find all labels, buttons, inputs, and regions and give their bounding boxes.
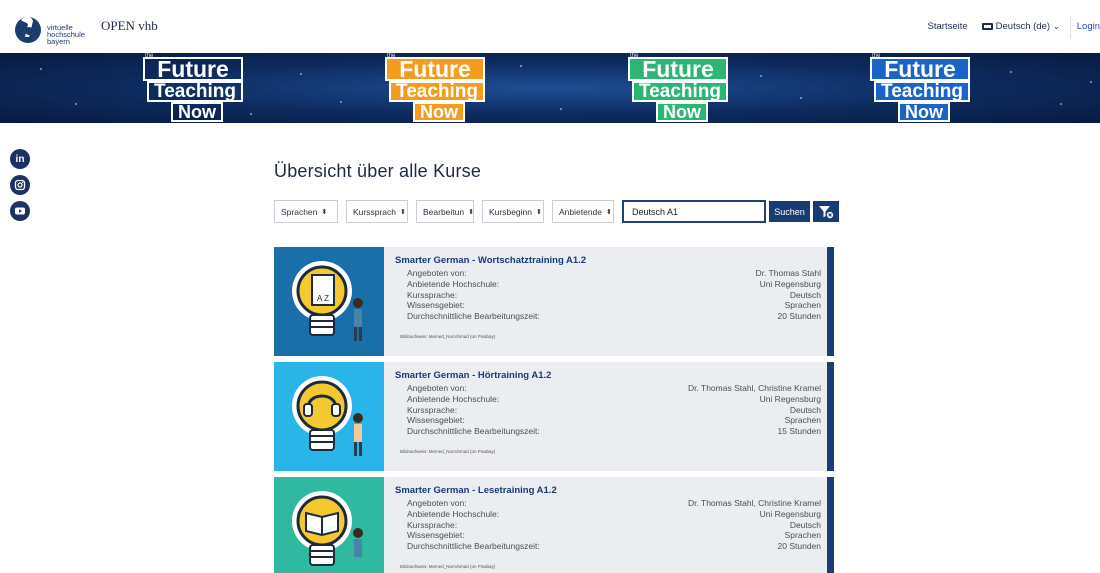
ftn-word-teaching: Teaching	[147, 81, 243, 102]
future-teaching-now-logo: the Future Teaching Now	[385, 53, 489, 123]
ftn-word-teaching: Teaching	[389, 81, 485, 102]
filter-clear-icon	[819, 205, 834, 218]
ftn-word-now: Now	[171, 102, 223, 122]
sort-arrows-icon: ⬍	[400, 208, 406, 216]
nav-divider	[1069, 15, 1071, 38]
ftn-word-now: Now	[413, 102, 465, 122]
course-details: Angeboten von: Dr. Thomas Stahl Anbietend…	[407, 268, 821, 322]
ftn-word-future: Future	[628, 57, 728, 81]
card-accent-bar	[827, 247, 834, 356]
login-link[interactable]: Login	[1077, 21, 1100, 32]
language-label: Deutsch (de)	[995, 21, 1051, 32]
course-card[interactable]: A Z Smarter German - Wortschatztraining …	[274, 247, 834, 356]
future-teaching-now-logo: the Future Teaching Now	[143, 53, 247, 123]
course-card[interactable]: Smarter German - Lesetraining A1.2 Angeb…	[274, 477, 834, 573]
filter-reset-button[interactable]	[813, 201, 839, 222]
course-card[interactable]: Smarter German - Hörtraining A1.2 Angebo…	[274, 362, 834, 471]
ftn-word-now: Now	[656, 102, 708, 122]
youtube-icon[interactable]	[10, 201, 30, 221]
card-accent-bar	[827, 477, 834, 573]
future-teaching-now-logo: the Future Teaching Now	[870, 53, 974, 123]
logo-text: virtuelle hochschule bayern	[47, 23, 85, 46]
image-credit: Bildnachweis: Memed_Nurrohmad (on Pixaba…	[400, 449, 496, 454]
nav-right: Startseite Deutsch (de) ⌄ Login	[928, 0, 1100, 53]
filter-bar: Sprachen ⬍ Kurssprach ⬍ Bearbeitun ⬍ Kursbe…	[274, 200, 839, 223]
page-title: Übersicht über alle Kurse	[274, 161, 482, 181]
ftn-word-future: Future	[385, 57, 485, 81]
filter-bearbeitungszeit[interactable]: Bearbeitun ⬍	[416, 200, 474, 223]
sort-arrows-icon: ⬍	[606, 208, 612, 216]
site-name[interactable]: OPEN vhb	[101, 18, 158, 34]
filter-kurssprache[interactable]: Kurssprach ⬍	[346, 200, 408, 223]
course-title[interactable]: Smarter German - Lesetraining A1.2	[395, 485, 557, 496]
search-input[interactable]: Deutsch A1	[622, 200, 766, 223]
course-image	[274, 477, 384, 573]
filter-anbietende[interactable]: Anbietende ⬍	[552, 200, 614, 223]
future-teaching-now-logo: the Future Teaching Now	[628, 53, 732, 123]
hero-banner: the Future Teaching Now the Future Teach…	[0, 53, 1100, 123]
language-menu[interactable]: Deutsch (de) ⌄	[981, 21, 1060, 32]
course-image	[274, 362, 384, 471]
filter-sprachen[interactable]: Sprachen ⬍	[274, 200, 338, 223]
ftn-word-teaching: Teaching	[632, 81, 728, 102]
sort-arrows-icon: ⬍	[536, 208, 542, 216]
chevron-down-icon: ⌄	[1053, 22, 1060, 31]
course-title[interactable]: Smarter German - Wortschatztraining A1.2	[395, 255, 586, 266]
search-button[interactable]: Suchen	[769, 201, 810, 222]
ftn-word-future: Future	[143, 57, 243, 81]
vhb-logo-icon	[15, 16, 41, 43]
sort-arrows-icon: ⬍	[468, 208, 474, 216]
nav-home-link[interactable]: Startseite	[928, 21, 968, 32]
image-credit: Bildnachweis: Memed_Nurrohmad (on Pixaba…	[400, 334, 496, 339]
instagram-icon[interactable]	[10, 175, 30, 195]
course-details: Angeboten von: Dr. Thomas Stahl, Christin…	[407, 383, 821, 437]
ftn-word-teaching: Teaching	[874, 81, 970, 102]
svg-text:A Z: A Z	[317, 294, 329, 303]
ftn-word-now: Now	[898, 102, 950, 122]
language-icon	[981, 23, 993, 30]
course-title[interactable]: Smarter German - Hörtraining A1.2	[395, 370, 551, 381]
course-details: Angeboten von: Dr. Thomas Stahl, Christin…	[407, 498, 821, 552]
linkedin-icon[interactable]: in	[10, 149, 30, 169]
vhb-logo[interactable]: virtuelle hochschule bayern	[11, 11, 85, 45]
card-accent-bar	[827, 362, 834, 471]
course-image: A Z	[274, 247, 384, 356]
filter-kursbeginn[interactable]: Kursbeginn ⬍	[482, 200, 544, 223]
ftn-word-future: Future	[870, 57, 970, 81]
navbar: virtuelle hochschule bayern OPEN vhb Sta…	[0, 0, 1100, 53]
sort-arrows-icon: ⬍	[321, 208, 328, 216]
image-credit: Bildnachweis: Memed_Nurrohmad (on Pixaba…	[400, 564, 496, 569]
